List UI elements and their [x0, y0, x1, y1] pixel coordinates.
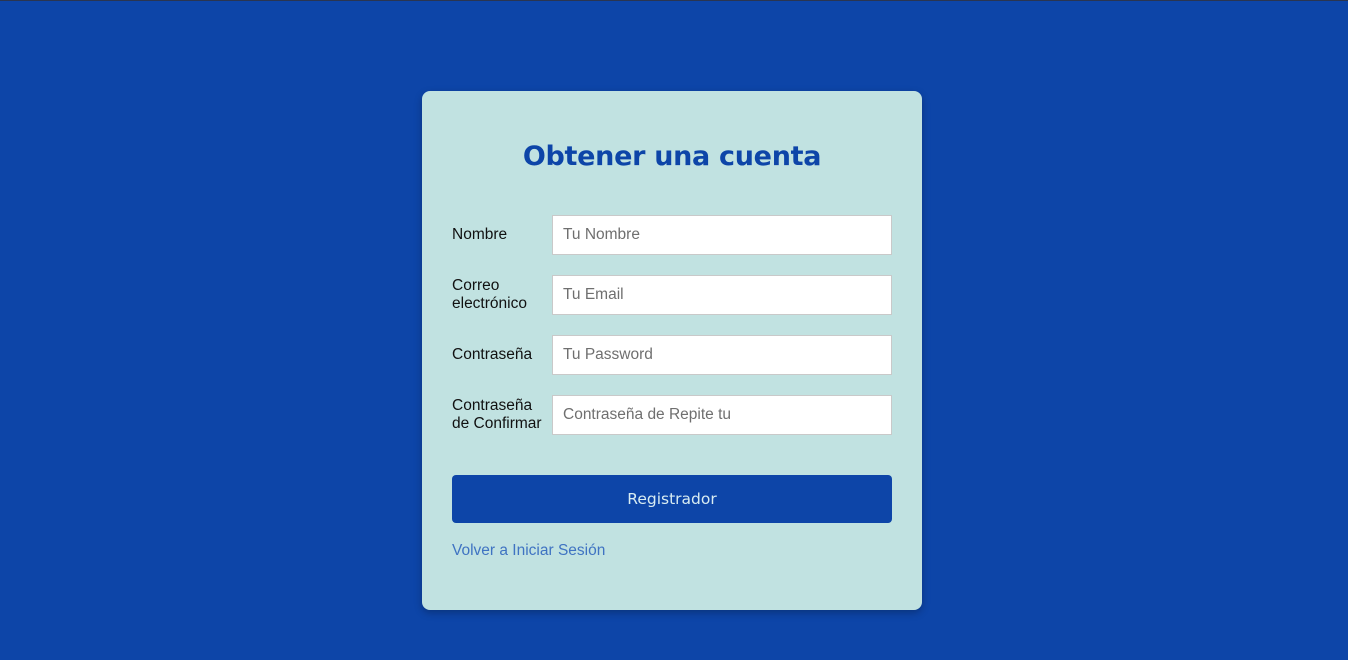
email-input[interactable] — [552, 275, 892, 315]
name-label: Nombre — [452, 226, 508, 243]
window-top-border — [0, 0, 1348, 1]
password-label: Contraseña — [452, 346, 533, 363]
confirm-password-label: Contraseña de Confirmar — [452, 397, 542, 432]
back-to-login-link[interactable]: Volver a Iniciar Sesión — [452, 542, 605, 560]
name-field-row: Nombre — [452, 215, 892, 255]
register-button[interactable]: Registrador — [452, 475, 892, 523]
email-label: Correo electrónico — [452, 277, 527, 312]
email-field-row: Correo electrónico — [452, 275, 892, 315]
register-card: Obtener una cuenta Nombre Correo electró… — [422, 91, 922, 610]
form-title: Obtener una cuenta — [522, 141, 822, 172]
confirm-password-input[interactable] — [552, 395, 892, 435]
name-input[interactable] — [552, 215, 892, 255]
password-field-row: Contraseña — [452, 335, 892, 375]
confirm-password-field-row: Contraseña de Confirmar — [452, 395, 892, 435]
password-input[interactable] — [552, 335, 892, 375]
